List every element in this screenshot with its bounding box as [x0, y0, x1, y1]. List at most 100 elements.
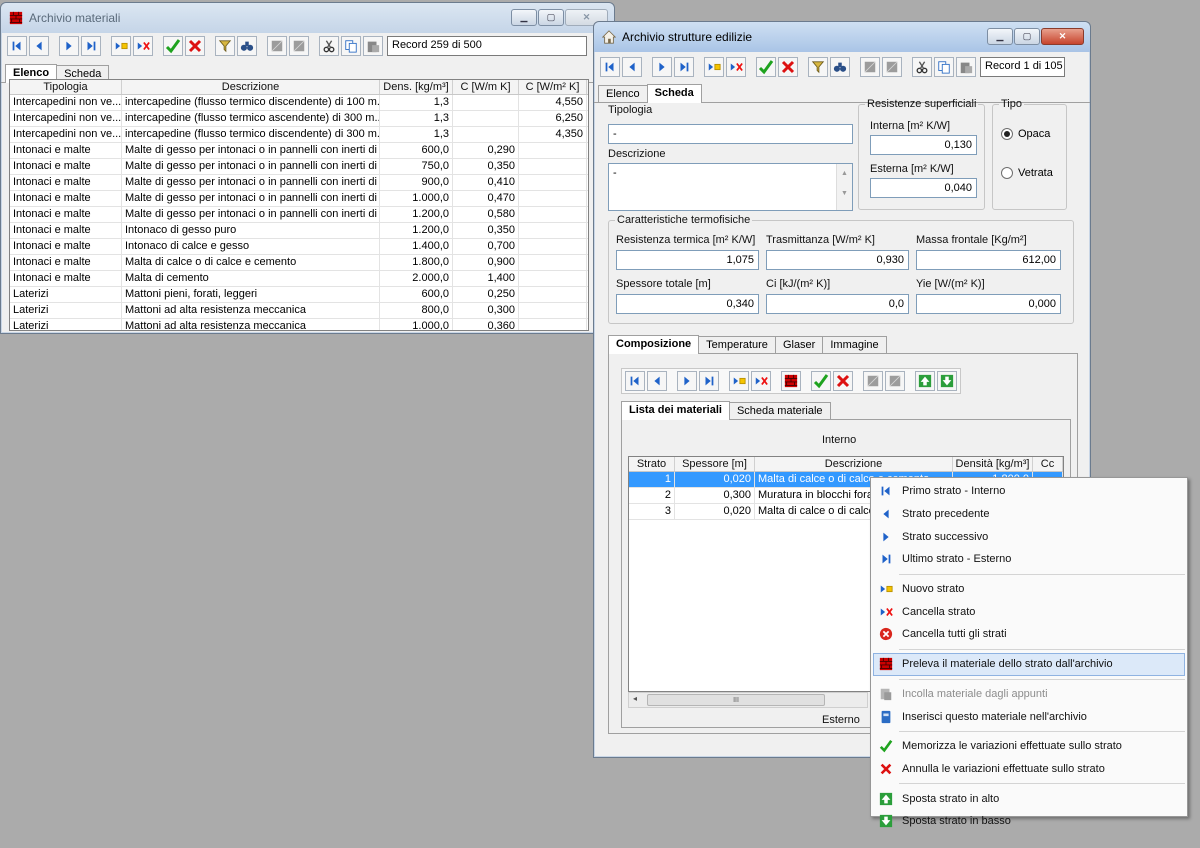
search-button[interactable]: [237, 36, 257, 56]
table-row[interactable]: Laterizi Mattoni ad alta resistenza mecca…: [10, 303, 588, 319]
tab-elenco[interactable]: Elenco: [598, 85, 648, 102]
layer-archive-button[interactable]: [781, 371, 801, 391]
tab-lista-materiali[interactable]: Lista dei materiali: [621, 401, 730, 420]
layer-disabled-2[interactable]: [885, 371, 905, 391]
paste-button[interactable]: [956, 57, 976, 77]
layer-new-button[interactable]: [729, 371, 749, 391]
paste-button[interactable]: [363, 36, 383, 56]
column-header[interactable]: Descrizione: [122, 80, 380, 94]
first-record-button[interactable]: [7, 36, 27, 56]
last-record-button[interactable]: [81, 36, 101, 56]
column-header[interactable]: C [W/m K]: [453, 80, 519, 94]
menu-item-first[interactable]: Primo strato - Interno: [873, 480, 1185, 503]
layer-cancel-button[interactable]: [833, 371, 853, 391]
menu-item-check[interactable]: Memorizza le variazioni effettuate sullo…: [873, 735, 1185, 758]
table-row[interactable]: Intercapedini non ve... intercapedine (fl…: [10, 111, 588, 127]
first-record-button[interactable]: [600, 57, 620, 77]
scroll-thumb[interactable]: III: [647, 694, 825, 706]
cut-button[interactable]: [912, 57, 932, 77]
confirm-button[interactable]: [756, 57, 776, 77]
disabled-button-1[interactable]: [860, 57, 880, 77]
layer-confirm-button[interactable]: [811, 371, 831, 391]
table-row[interactable]: Intonaci e malte Malta di calce o di calc…: [10, 255, 588, 271]
radio-vetrata[interactable]: Vetrata: [1001, 167, 1053, 179]
table-row[interactable]: Intonaci e malte Malte di gesso per inton…: [10, 191, 588, 207]
delete-record-button[interactable]: [726, 57, 746, 77]
table-row[interactable]: Intonaci e malte Malte di gesso per inton…: [10, 159, 588, 175]
spessore-field[interactable]: 0,340: [616, 294, 759, 314]
column-header[interactable]: Dens. [kg/m³]: [380, 80, 453, 94]
copy-button[interactable]: [341, 36, 361, 56]
column-header[interactable]: Densità [kg/m³]: [953, 457, 1033, 471]
minimize-button[interactable]: ▁: [987, 28, 1013, 45]
table-row[interactable]: Intonaci e malte Intonaco di calce e gess…: [10, 239, 588, 255]
maximize-button[interactable]: ▢: [1014, 28, 1040, 45]
cut-button[interactable]: [319, 36, 339, 56]
copy-button[interactable]: [934, 57, 954, 77]
column-header[interactable]: Tipologia: [10, 80, 122, 94]
filter-button[interactable]: [808, 57, 828, 77]
disabled-button-2[interactable]: [882, 57, 902, 77]
confirm-button[interactable]: [163, 36, 183, 56]
menu-item-prev[interactable]: Strato precedente: [873, 503, 1185, 526]
descrizione-scrollbar[interactable]: ▲ ▼: [836, 164, 852, 210]
menu-item-paste[interactable]: Incolla materiale dagli appunti: [873, 683, 1185, 706]
tab-scheda[interactable]: Scheda: [646, 84, 702, 103]
layer-prev-button[interactable]: [647, 371, 667, 391]
menu-item-cancel[interactable]: Annulla le variazioni effettuate sullo s…: [873, 758, 1185, 781]
menu-item-delete-all[interactable]: Cancella tutti gli strati: [873, 623, 1185, 646]
table-row[interactable]: Intercapedini non ve... intercapedine (fl…: [10, 127, 588, 143]
layer-delete-button[interactable]: [751, 371, 771, 391]
disabled-button-1[interactable]: [267, 36, 287, 56]
prev-record-button[interactable]: [29, 36, 49, 56]
prev-record-button[interactable]: [622, 57, 642, 77]
table-row[interactable]: Laterizi Mattoni ad alta resistenza mecca…: [10, 319, 588, 330]
disabled-button-2[interactable]: [289, 36, 309, 56]
tab-glaser[interactable]: Glaser: [774, 336, 824, 353]
descrizione-field[interactable]: - ▲ ▼: [608, 163, 853, 211]
table-row[interactable]: Intonaci e malte Malte di gesso per inton…: [10, 143, 588, 159]
tab-immagine[interactable]: Immagine: [822, 336, 887, 353]
close-button[interactable]: ✕: [1041, 28, 1084, 45]
menu-item-archive[interactable]: Preleva il materiale dello strato dall'a…: [873, 652, 1185, 676]
menu-item-insert-archive[interactable]: Inserisci questo materiale nell'archivio: [873, 705, 1185, 728]
cancel-button[interactable]: [778, 57, 798, 77]
tab-scheda-materiale[interactable]: Scheda materiale: [728, 402, 831, 419]
column-header[interactable]: Spessore [m]: [675, 457, 755, 471]
menu-item-last[interactable]: Ultimo strato - Esterno: [873, 548, 1185, 571]
interna-field[interactable]: 0,130: [870, 135, 977, 155]
res-termica-field[interactable]: 1,075: [616, 250, 759, 270]
table-row[interactable]: Intercapedini non ve... intercapedine (fl…: [10, 95, 588, 111]
table-row[interactable]: Intonaci e malte Malte di gesso per inton…: [10, 207, 588, 223]
table-row[interactable]: Intonaci e malte Malte di gesso per inton…: [10, 175, 588, 191]
new-record-button[interactable]: [111, 36, 131, 56]
materials-titlebar[interactable]: Archivio materiali ▁ ▢ ✕: [1, 3, 614, 33]
layer-up-button[interactable]: [915, 371, 935, 391]
column-header[interactable]: Strato: [629, 457, 675, 471]
radio-opaca[interactable]: Opaca: [1001, 128, 1050, 140]
maximize-button[interactable]: ▢: [538, 9, 564, 26]
search-button[interactable]: [830, 57, 850, 77]
table-row[interactable]: Laterizi Mattoni pieni, forati, leggeri 60…: [10, 287, 588, 303]
structures-titlebar[interactable]: Archivio strutture edilizie ▁ ▢ ✕: [594, 22, 1090, 52]
layer-next-button[interactable]: [677, 371, 697, 391]
cancel-button[interactable]: [185, 36, 205, 56]
new-record-button[interactable]: [704, 57, 724, 77]
trasmittanza-field[interactable]: 0,930: [766, 250, 909, 270]
layers-h-scrollbar[interactable]: ◂ III: [628, 692, 868, 708]
table-row[interactable]: Intonaci e malte Intonaco di gesso puro 1.…: [10, 223, 588, 239]
column-header[interactable]: Descrizione: [755, 457, 953, 471]
next-record-button[interactable]: [59, 36, 79, 56]
layer-down-button[interactable]: [937, 371, 957, 391]
layer-first-button[interactable]: [625, 371, 645, 391]
massa-field[interactable]: 612,00: [916, 250, 1061, 270]
ci-field[interactable]: 0,0: [766, 294, 909, 314]
menu-item-move-up[interactable]: Sposta strato in alto: [873, 787, 1185, 810]
last-record-button[interactable]: [674, 57, 694, 77]
layer-last-button[interactable]: [699, 371, 719, 391]
menu-item-next[interactable]: Strato successivo: [873, 525, 1185, 548]
tipologia-field[interactable]: -: [608, 124, 853, 144]
tab-temperature[interactable]: Temperature: [698, 336, 776, 353]
table-row[interactable]: Intonaci e malte Malta di cemento 2.000,0 1…: [10, 271, 588, 287]
layer-disabled-1[interactable]: [863, 371, 883, 391]
